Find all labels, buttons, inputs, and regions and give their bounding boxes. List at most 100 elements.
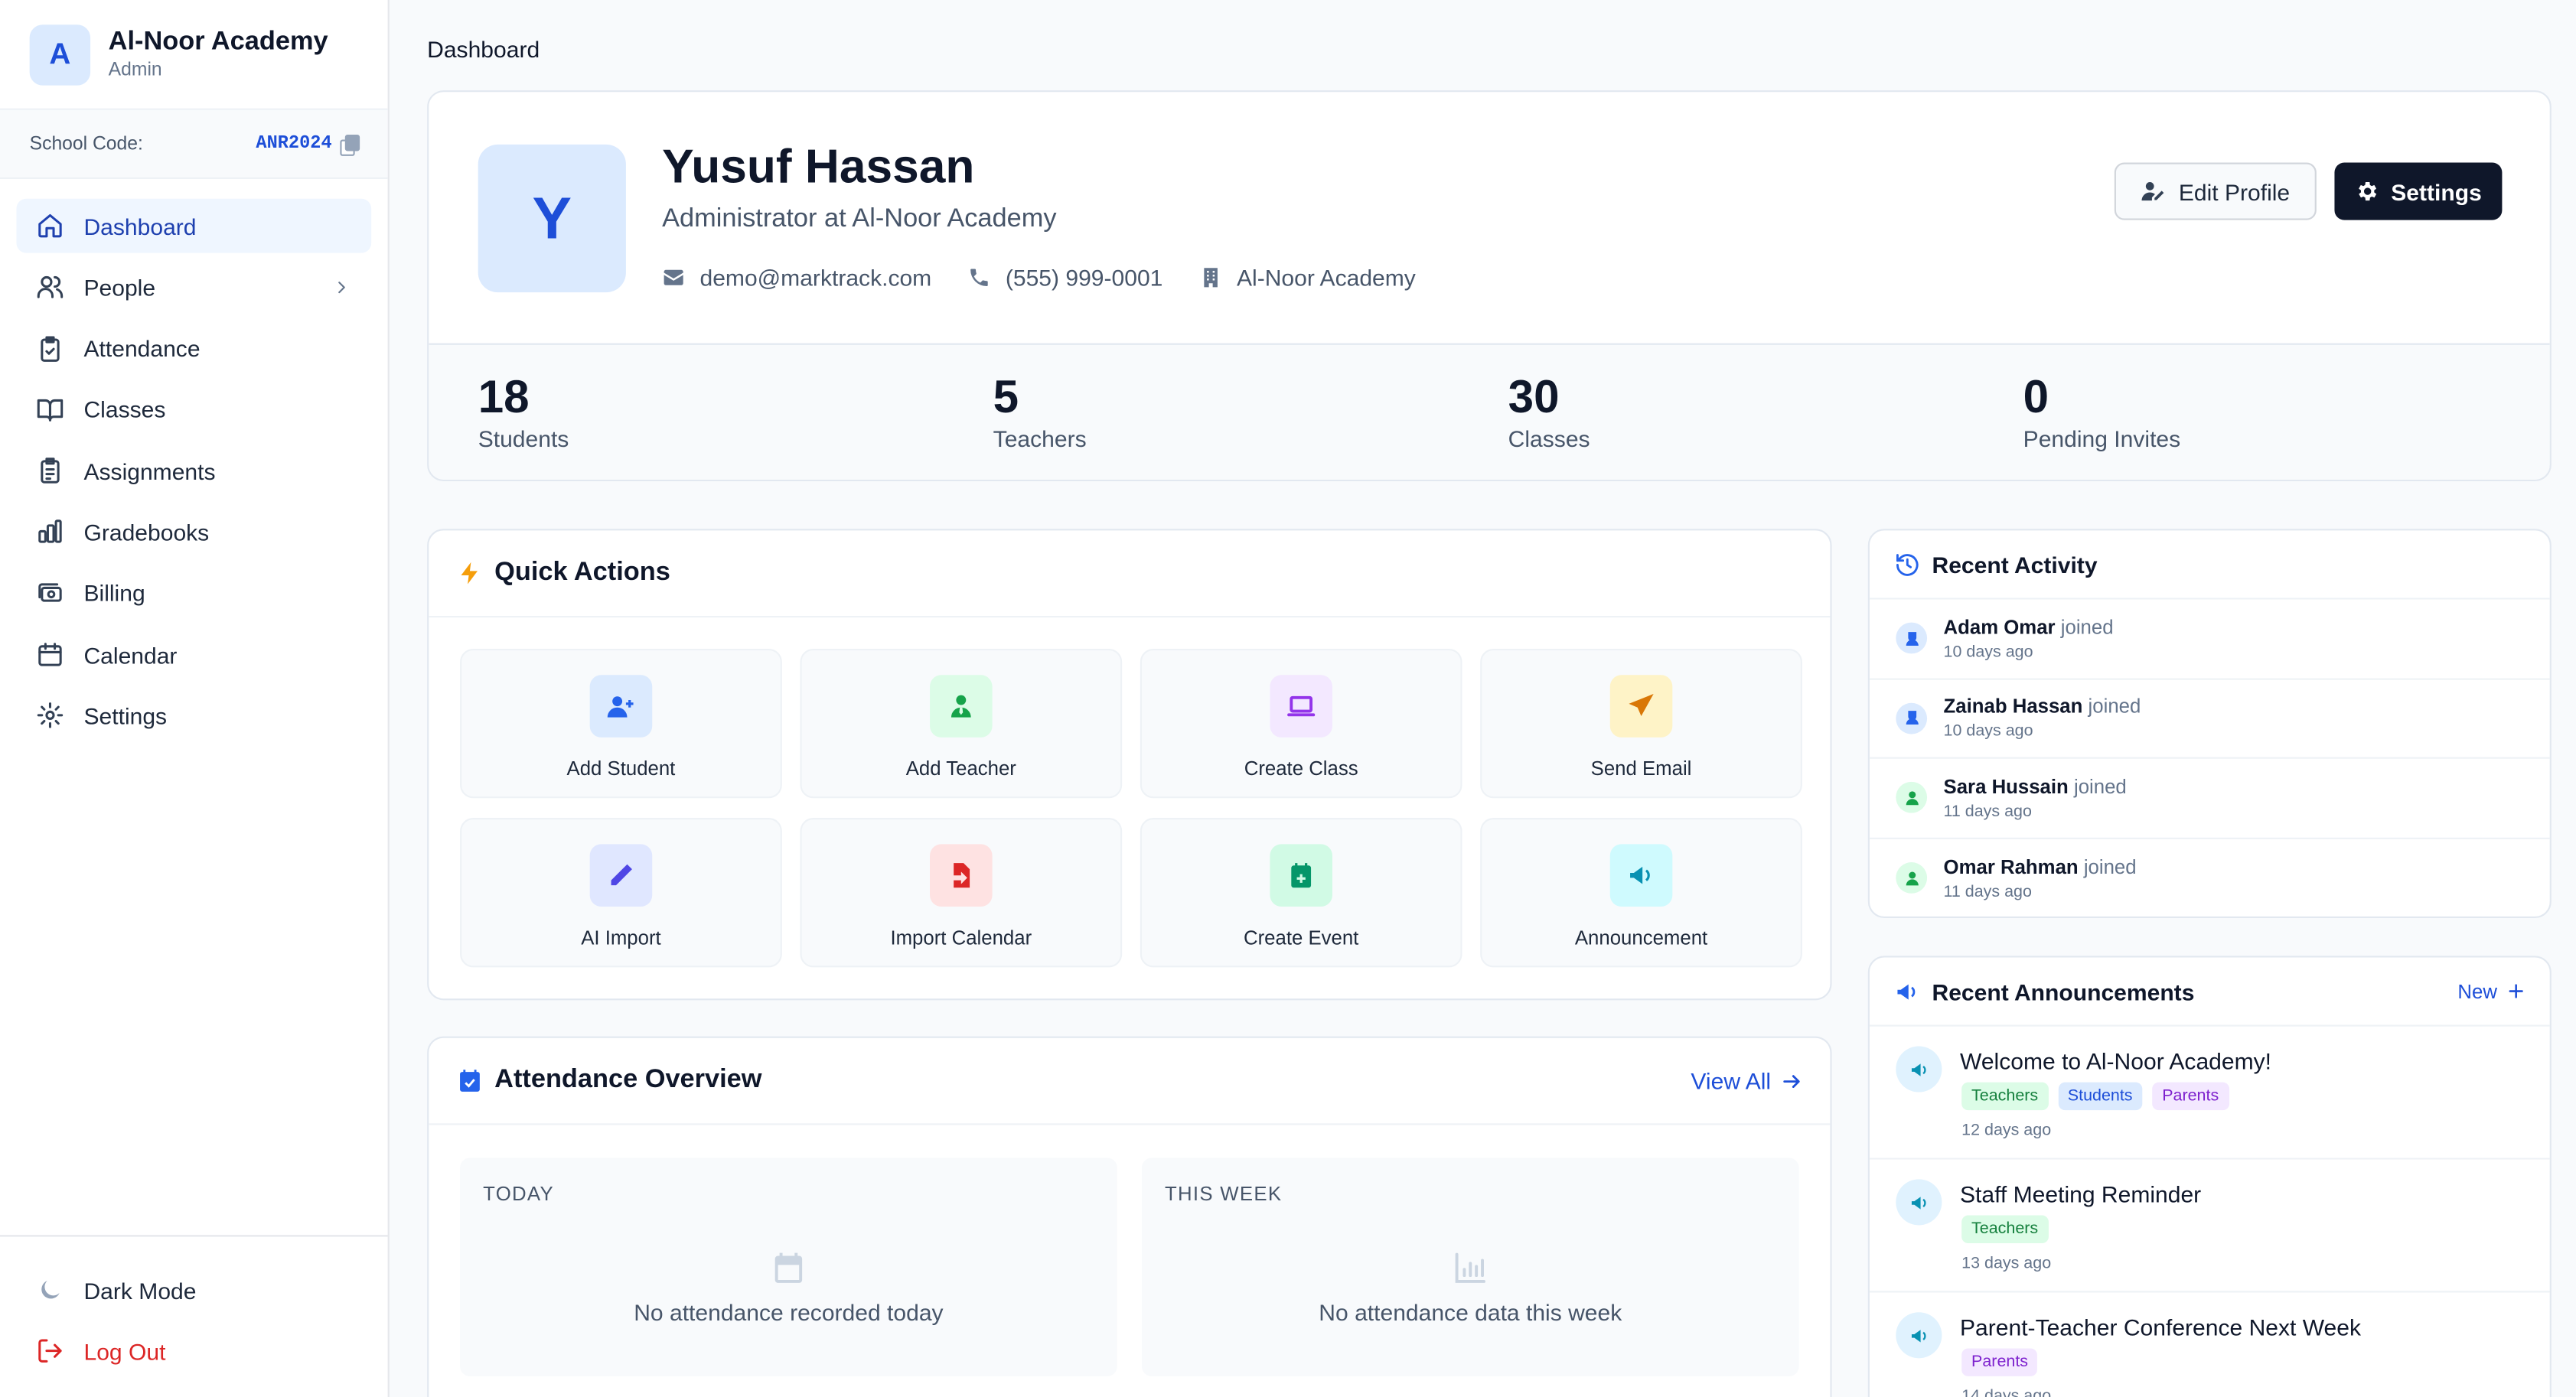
profile-contact: demo@marktrack.com (555) 999-0001 Al-Noo… [662,265,1416,291]
chevron-right-icon [338,281,345,293]
user-edit-icon [2141,182,2164,201]
stat-value: 5 [993,371,1019,422]
action-add-teacher[interactable]: Add Teacher [800,648,1123,799]
announcement-item[interactable]: Parent-Teacher Conference Next Week Pare… [1870,1292,2550,1397]
tag-parents: Parents [1961,1348,2038,1376]
brand-name: Al-Noor Academy [108,28,328,56]
sidebar-item-label: Dashboard [83,212,197,239]
sidebar-item-label: Assignments [83,458,216,484]
arrow-right-icon [1783,1074,1800,1087]
lightning-icon [461,562,478,585]
clipboard-check-icon [41,335,60,362]
plus-icon [2509,984,2523,998]
view-all-link[interactable]: View All [1691,1067,1802,1094]
action-label: Announcement [1574,926,1708,949]
activity-item[interactable]: Zainab Hassan joined 10 days ago [1869,679,2550,759]
profile-phone: (555) 999-0001 [967,265,1162,291]
stat-pending-invites: 0 Pending Invites [1974,345,2489,480]
activity-time: 11 days ago [1943,803,2032,821]
activity-item[interactable]: Sara Hussain joined 11 days ago [1869,759,2550,839]
action-create-class[interactable]: Create Class [1140,648,1462,799]
dark-mode-toggle[interactable]: Dark Mode [16,1263,371,1317]
megaphone-icon [1896,1046,1942,1093]
logout-label: Log Out [83,1337,166,1364]
calendar-icon [38,643,62,666]
sidebar-item-gradebooks[interactable]: Gradebooks [16,505,371,559]
school-code-value[interactable]: ANR2024 [256,134,360,156]
attendance-week-panel: THIS WEEK No attendance data this week [1141,1158,1799,1376]
stat-label: Teachers [993,425,1087,452]
paper-plane-icon [1609,675,1673,738]
sidebar-item-assignments[interactable]: Assignments [16,444,371,498]
book-open-icon [37,399,64,422]
bar-chart-icon [38,520,62,544]
action-label: Send Email [1590,757,1692,780]
sidebar-item-dashboard[interactable]: Dashboard [16,198,372,253]
sidebar-item-label: Calendar [83,641,178,668]
audience-tags: Teachers [1961,1215,2049,1244]
brand[interactable]: A Al-Noor Academy Admin [0,0,388,109]
recent-activity-title: Recent Activity [1932,551,2098,578]
new-announcement-button[interactable]: New [2457,980,2525,1003]
activity-name: Zainab Hassan [1943,695,2083,718]
sidebar-item-classes[interactable]: Classes [16,383,371,437]
school-code-bar: School Code: ANR2024 [0,108,388,179]
activity-action: joined [2083,855,2137,878]
sidebar-nav: Dashboard People Attendance Classes Assi… [0,179,388,770]
announcement-title: Welcome to Al-Noor Academy! [1960,1047,2272,1074]
week-empty-message: No attendance data this week [1319,1299,1622,1326]
activity-item[interactable]: Adam Omar joined 10 days ago [1869,600,2550,679]
recent-activity-card: Recent Activity Adam Omar joined 10 days… [1867,529,2552,919]
banknote-icon [38,582,62,602]
file-import-icon [930,844,993,907]
edit-profile-button[interactable]: Edit Profile [2114,162,2317,220]
activity-item[interactable]: Omar Rahman joined 11 days ago [1870,839,2550,918]
profile-role: Administrator at Al-Noor Academy [662,205,1057,233]
sidebar: A Al-Noor Academy Admin School Code: ANR… [0,0,390,1397]
action-ai-import[interactable]: AI Import [460,818,782,968]
tag-teachers: Teachers [1961,1215,2049,1244]
announcement-item[interactable]: Welcome to Al-Noor Academy! Teachers Stu… [1869,1027,2550,1160]
sidebar-item-billing[interactable]: Billing [16,566,371,620]
profile-email-text: demo@marktrack.com [699,264,932,291]
action-add-student[interactable]: Add Student [460,648,782,799]
announcements-header: Recent Announcements New [1869,958,2550,1027]
activity-action: joined [2073,774,2127,798]
quick-actions-title: Quick Actions [494,558,670,587]
sidebar-item-calendar[interactable]: Calendar [16,627,371,682]
student-icon [1896,623,1928,654]
action-send-email[interactable]: Send Email [1480,648,1802,799]
calendar-plus-icon [1270,844,1332,907]
announcement-item[interactable]: Staff Meeting Reminder Teachers 13 days … [1869,1160,2550,1293]
quick-actions-grid: Add Student Add Teacher Create Class Sen… [460,648,1802,968]
sidebar-item-settings[interactable]: Settings [16,689,371,743]
chart-icon [1455,1252,1485,1283]
announcement-title: Parent-Teacher Conference Next Week [1960,1314,2362,1340]
audience-tags: Teachers Students Parents [1961,1082,2229,1111]
action-announcement[interactable]: Announcement [1480,818,1802,968]
stat-label: Students [478,425,569,452]
building-icon [1203,268,1218,288]
action-label: Create Class [1244,757,1358,780]
action-create-event[interactable]: Create Event [1140,818,1462,968]
copy-icon[interactable] [340,135,360,156]
action-label: Import Calendar [890,926,1032,949]
tag-students: Students [2057,1082,2143,1111]
stat-teachers: 5 Teachers [944,345,1459,480]
action-import-calendar[interactable]: Import Calendar [800,818,1123,968]
sidebar-item-label: Settings [83,702,168,729]
history-icon [1896,553,1919,575]
profile-card: Y Yusuf Hassan Administrator at Al-Noor … [427,90,2552,481]
sidebar-item-attendance[interactable]: Attendance [16,321,371,376]
stat-classes: 30 Classes [1459,345,1974,480]
activity-name: Sara Hussain [1943,774,2069,798]
sidebar-item-people[interactable]: People [16,260,371,314]
megaphone-icon [1896,1179,1942,1226]
logout-button[interactable]: Log Out [16,1324,371,1378]
quick-actions-header: Quick Actions [429,530,1831,618]
gear-icon [2359,182,2378,201]
settings-button[interactable]: Settings [2334,162,2503,220]
action-label: Add Student [566,757,676,780]
activity-time: 10 days ago [1943,643,2033,662]
action-label: Create Event [1243,926,1359,949]
